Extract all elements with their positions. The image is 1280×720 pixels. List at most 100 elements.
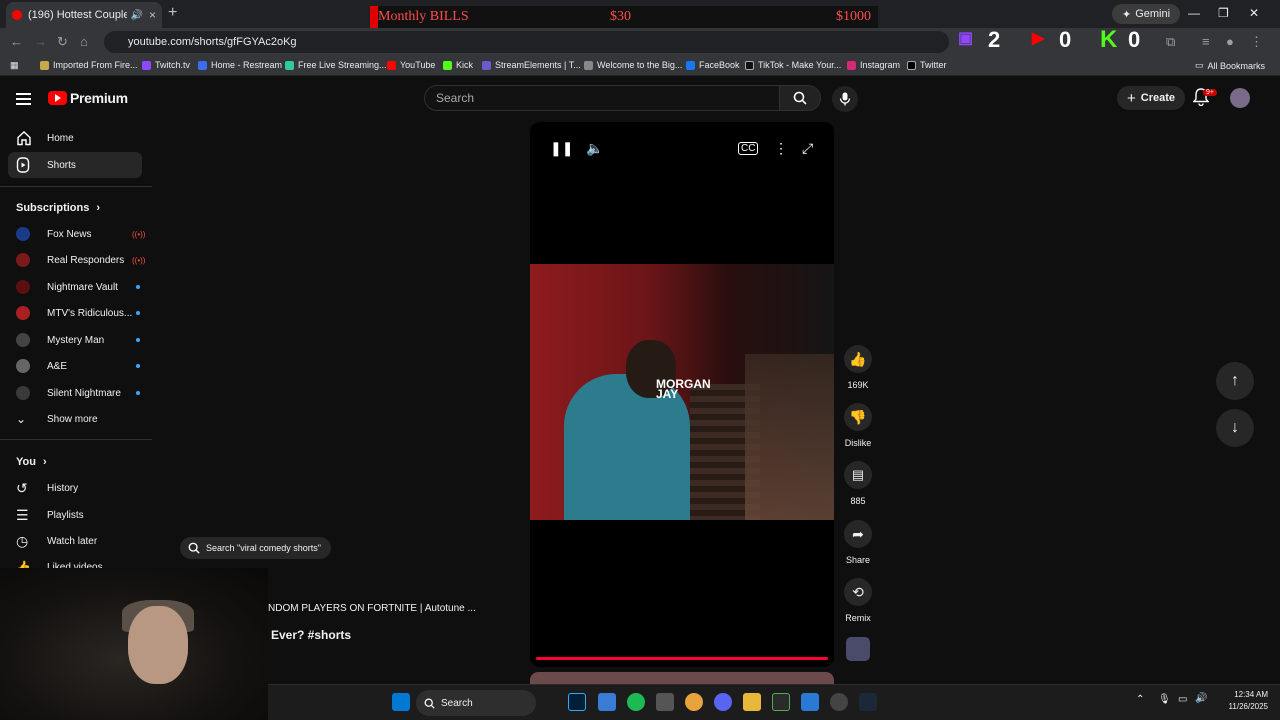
bookmark-tiktok[interactable]: TikTok - Make Your...	[745, 60, 841, 70]
restore-button[interactable]: ❐	[1218, 6, 1229, 20]
you-heading[interactable]: You ›	[16, 456, 47, 468]
browser-tab-active[interactable]: (196) Hottest Couple Ever? # 🔊 ×	[6, 2, 162, 28]
next-short-preview[interactable]	[530, 672, 834, 684]
remix-button[interactable]: ⟲ Remix	[842, 578, 874, 623]
new-tab-button[interactable]: +	[168, 4, 177, 22]
sidebar-show-more[interactable]: ⌄ Show more	[8, 406, 142, 432]
volume-icon[interactable]: 🔈	[586, 140, 603, 157]
clock-date: 11/26/2025	[1228, 702, 1268, 711]
playlist-title[interactable]: NDOM PLAYERS ON FORTNITE | Autotune ...	[268, 603, 476, 614]
more-options-icon[interactable]: ⋮	[774, 140, 788, 157]
previous-short-button[interactable]: ↑	[1216, 362, 1254, 400]
pause-icon[interactable]: ❚❚	[550, 140, 573, 157]
media-player-icon[interactable]	[656, 693, 674, 711]
bookmark-facebook[interactable]: FaceBook	[686, 60, 740, 70]
voice-search-button[interactable]	[832, 86, 858, 112]
shorts-player[interactable]: ❚❚ 🔈 CC ⋮ ⤢ MORGAN JAY	[530, 122, 834, 667]
photoshop-icon[interactable]	[568, 693, 586, 711]
taskbar-search[interactable]: Search	[416, 690, 536, 716]
url-field[interactable]: youtube.com/shorts/gfFGYAc2oKg	[104, 31, 949, 53]
bookmark-free-streaming[interactable]: Free Live Streaming...	[285, 60, 387, 70]
captions-icon[interactable]: CC	[738, 142, 759, 155]
sidebar-item-watch-later[interactable]: ◷ Watch later	[8, 528, 142, 554]
sidebar-channel[interactable]: Nightmare Vault	[8, 274, 142, 300]
settings-icon[interactable]	[830, 693, 848, 711]
gemini-button[interactable]: ✦ Gemini	[1112, 4, 1181, 24]
volume-icon[interactable]: 🔊	[1195, 693, 1207, 704]
bills-amount-1: $30	[610, 9, 631, 24]
bookmark-welcome[interactable]: Welcome to the Big...	[584, 60, 682, 70]
forward-arrow-icon[interactable]: →	[34, 34, 47, 49]
network-icon[interactable]: ▭	[1178, 694, 1187, 705]
photos-icon[interactable]	[598, 693, 616, 711]
chevron-up-icon[interactable]: ⌃	[1136, 694, 1144, 705]
sidebar-item-shorts[interactable]: Shorts	[8, 152, 142, 178]
brand-premium[interactable]: Premium	[70, 90, 128, 106]
apps-grid-icon[interactable]: ▦	[10, 60, 19, 71]
dislike-button[interactable]: 👎 Dislike	[842, 403, 874, 448]
close-window-button[interactable]: ✕	[1249, 6, 1259, 20]
clock-icon: ◷	[16, 532, 29, 549]
extensions-icon[interactable]: ⧉	[1166, 34, 1175, 50]
avatar[interactable]	[1230, 88, 1250, 108]
channel-avatar-icon	[16, 386, 30, 400]
bookmark-kick[interactable]: Kick	[443, 60, 473, 70]
menu-dots-icon[interactable]: ⋮	[1250, 34, 1263, 50]
media-icon[interactable]: ≡	[1202, 34, 1210, 49]
windows-start-icon[interactable]	[392, 693, 410, 711]
channel-thumbnail[interactable]	[846, 637, 870, 661]
sidebar-item-playlists[interactable]: ☰ Playlists	[8, 502, 142, 528]
bookmark-restream[interactable]: Home - Restream	[198, 60, 282, 70]
next-short-button[interactable]: ↓	[1216, 409, 1254, 447]
comments-button[interactable]: ▤ 885	[842, 461, 874, 506]
discord-icon[interactable]	[714, 693, 732, 711]
tab-title: (196) Hottest Couple Ever? #	[28, 9, 127, 21]
obs-icon[interactable]	[772, 693, 790, 711]
speaker-icon[interactable]: 🔊	[131, 10, 143, 21]
bookmark-instagram[interactable]: Instagram	[847, 60, 900, 70]
reload-icon[interactable]: ↻	[57, 34, 68, 50]
minimize-button[interactable]: —	[1188, 6, 1200, 20]
back-arrow-icon[interactable]: ←	[10, 34, 23, 49]
sidebar-item-history[interactable]: ↺ History	[8, 475, 142, 501]
all-bookmarks[interactable]: ▭ All Bookmarks	[1195, 60, 1265, 71]
create-button[interactable]: + Create	[1117, 86, 1185, 110]
folder-icon: ▭	[1195, 60, 1204, 70]
sidebar-channel[interactable]: Mystery Man	[8, 327, 142, 353]
search-button[interactable]	[779, 85, 821, 111]
fullscreen-icon[interactable]: ⤢	[802, 140, 813, 157]
file-explorer-icon[interactable]	[743, 693, 761, 711]
bookmark-streamelements[interactable]: StreamElements | T...	[482, 60, 581, 70]
profile-icon[interactable]: ●	[1226, 34, 1234, 49]
youtube-logo-icon[interactable]	[48, 91, 67, 105]
sidebar-channel[interactable]: Real Responders ((•))	[8, 247, 145, 273]
sidebar-item-home[interactable]: Home	[8, 125, 142, 151]
system-clock[interactable]: 12:34 AM 11/26/2025	[1229, 689, 1268, 713]
close-tab-icon[interactable]: ×	[149, 8, 156, 22]
video-frame: MORGAN JAY	[530, 264, 834, 520]
new-content-dot	[136, 285, 140, 289]
bookmark-twitch[interactable]: Twitch.tv	[142, 60, 190, 70]
share-button[interactable]: ➦ Share	[842, 520, 874, 565]
bookmark-imported[interactable]: Imported From Fire...	[40, 60, 138, 70]
like-button[interactable]: 👍 169K	[842, 345, 874, 390]
sidebar-channel[interactable]: MTV's Ridiculous...	[8, 300, 142, 326]
sidebar-channel[interactable]: Silent Nightmare	[8, 380, 142, 406]
home-icon[interactable]: ⌂	[80, 34, 88, 49]
spotify-icon[interactable]	[627, 693, 645, 711]
sidebar-channel[interactable]: Fox News ((•))	[8, 221, 145, 247]
search-input[interactable]: Search	[424, 85, 780, 111]
steam-icon[interactable]	[859, 693, 877, 711]
chevron-down-icon: ⌄	[16, 412, 27, 426]
chrome-icon[interactable]	[685, 693, 703, 711]
subscriptions-heading[interactable]: Subscriptions ›	[16, 202, 100, 214]
video-title[interactable]: Ever? #shorts	[271, 628, 351, 642]
menu-hamburger-icon[interactable]	[16, 93, 31, 105]
microphone-icon[interactable]: 🎙	[1158, 694, 1171, 705]
bookmark-twitter[interactable]: Twitter	[907, 60, 947, 70]
notepad-icon[interactable]	[801, 693, 819, 711]
bookmark-youtube[interactable]: YouTube	[387, 60, 435, 70]
search-suggestion-chip[interactable]: Search "viral comedy shorts"	[180, 537, 331, 559]
progress-bar[interactable]	[536, 657, 828, 660]
sidebar-channel[interactable]: A&E	[8, 353, 142, 379]
